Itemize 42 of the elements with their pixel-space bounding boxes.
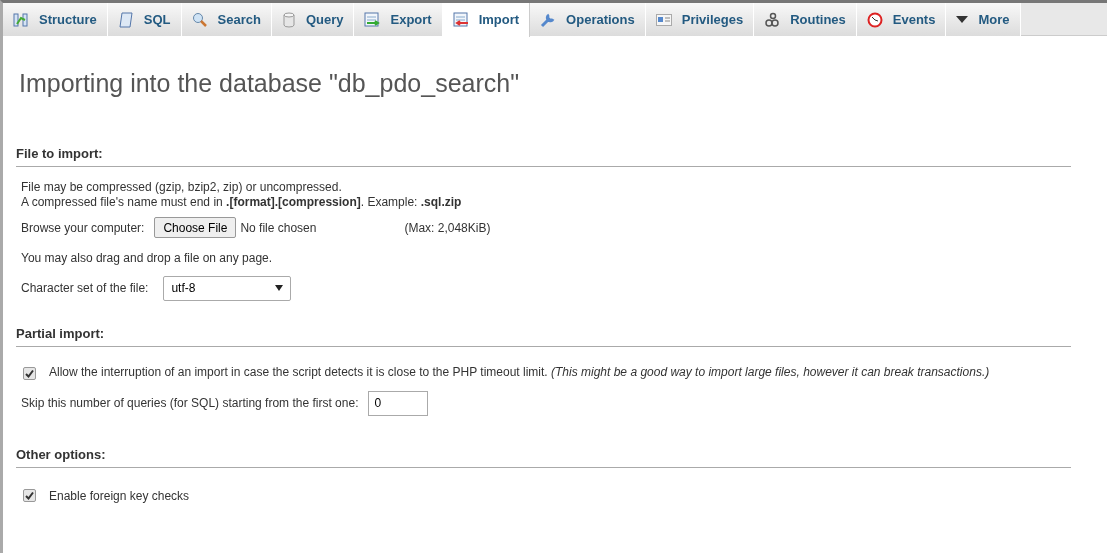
checkbox[interactable] bbox=[23, 489, 36, 502]
database-icon bbox=[281, 11, 296, 28]
field-label: Skip this number of queries (for SQL) starting from the first one: bbox=[21, 395, 359, 412]
tab[interactable]: SQL bbox=[107, 3, 182, 36]
charset-select[interactable]: utf-8 bbox=[163, 275, 292, 301]
skip-queries-field[interactable]: 0 bbox=[368, 390, 429, 416]
tab[interactable]: More bbox=[946, 3, 1021, 36]
help-text: You may also drag and drop a file on any page. bbox=[21, 249, 274, 267]
file-status: No file chosen bbox=[240, 219, 318, 237]
field-label: Character set of the file: bbox=[21, 280, 149, 297]
checkbox[interactable] bbox=[23, 366, 36, 380]
section-legend: File to import: bbox=[16, 145, 103, 161]
checkbox-label: Allow the interruption of an import in case the script detects it is close to the PHP timeout limit. (This might be a good way to import large files, however it can break transactions.) bbox=[49, 364, 990, 379]
caret-icon bbox=[956, 15, 969, 24]
choose-file-button[interactable]: Choose File bbox=[154, 217, 237, 238]
caret-icon bbox=[275, 285, 284, 291]
search-icon bbox=[191, 11, 208, 28]
tab[interactable]: Privileges bbox=[645, 3, 755, 36]
tab[interactable]: Structure bbox=[3, 3, 108, 36]
max-size-note: (Max: 2,048KiB) bbox=[404, 219, 491, 237]
field-label: Browse your computer: bbox=[21, 219, 145, 237]
gears-icon bbox=[764, 11, 781, 28]
table-structure-icon bbox=[13, 11, 29, 28]
wrench-icon bbox=[540, 11, 557, 28]
tab[interactable]: Routines bbox=[754, 3, 857, 36]
scroll-icon bbox=[117, 11, 134, 28]
id-card-icon bbox=[655, 13, 672, 26]
tab[interactable]: Import bbox=[442, 3, 531, 37]
checkbox-label: Enable foreign key checks bbox=[49, 487, 190, 505]
help-text: A compressed file's name must end in .[format].[compression]. Example: .sql.zip bbox=[21, 194, 463, 210]
tab[interactable]: Search bbox=[181, 3, 272, 36]
export-icon bbox=[364, 11, 381, 28]
tab[interactable]: Query bbox=[271, 3, 355, 36]
tab[interactable]: Operations bbox=[530, 3, 646, 36]
section-legend: Partial import: bbox=[16, 325, 105, 341]
section-legend: Other options: bbox=[16, 446, 106, 462]
tab[interactable]: Export bbox=[354, 3, 443, 36]
page-title: Importing into the database "db_pdo_search" bbox=[19, 68, 521, 99]
import-icon bbox=[452, 12, 469, 28]
clock-icon bbox=[866, 11, 883, 28]
help-text: File may be compressed (gzip, bzip2, zip) or uncompressed. bbox=[21, 179, 343, 195]
tab[interactable]: Events bbox=[856, 3, 947, 36]
